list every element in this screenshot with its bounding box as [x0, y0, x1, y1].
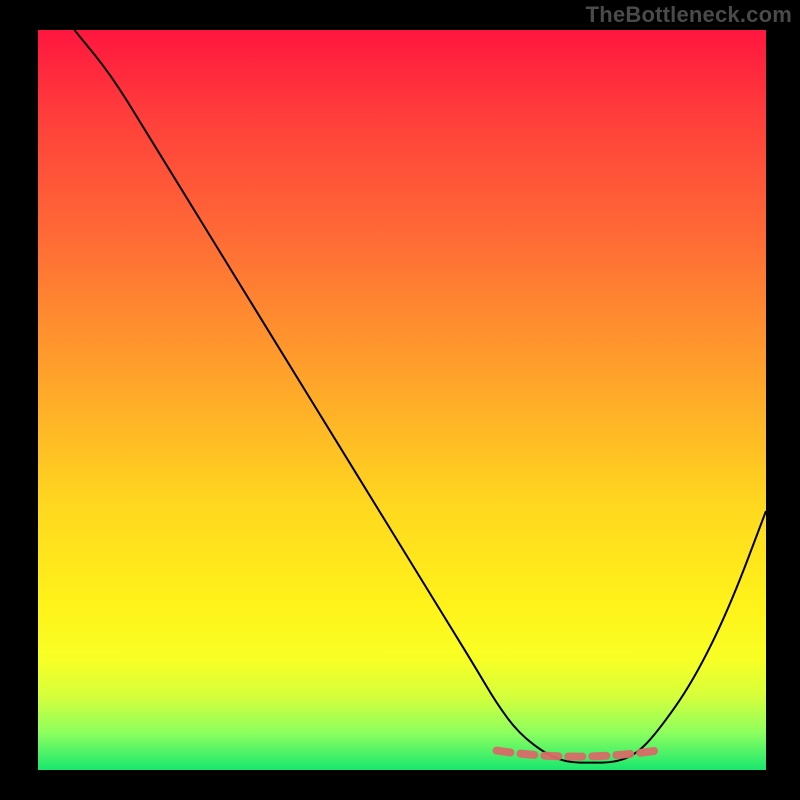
bottleneck-curve [74, 30, 766, 763]
watermark-label: TheBottleneck.com [586, 2, 792, 28]
plot-area [38, 30, 766, 770]
chart-frame: TheBottleneck.com [0, 0, 800, 800]
chart-svg [38, 30, 766, 770]
low-bottleneck-marker [497, 751, 657, 757]
